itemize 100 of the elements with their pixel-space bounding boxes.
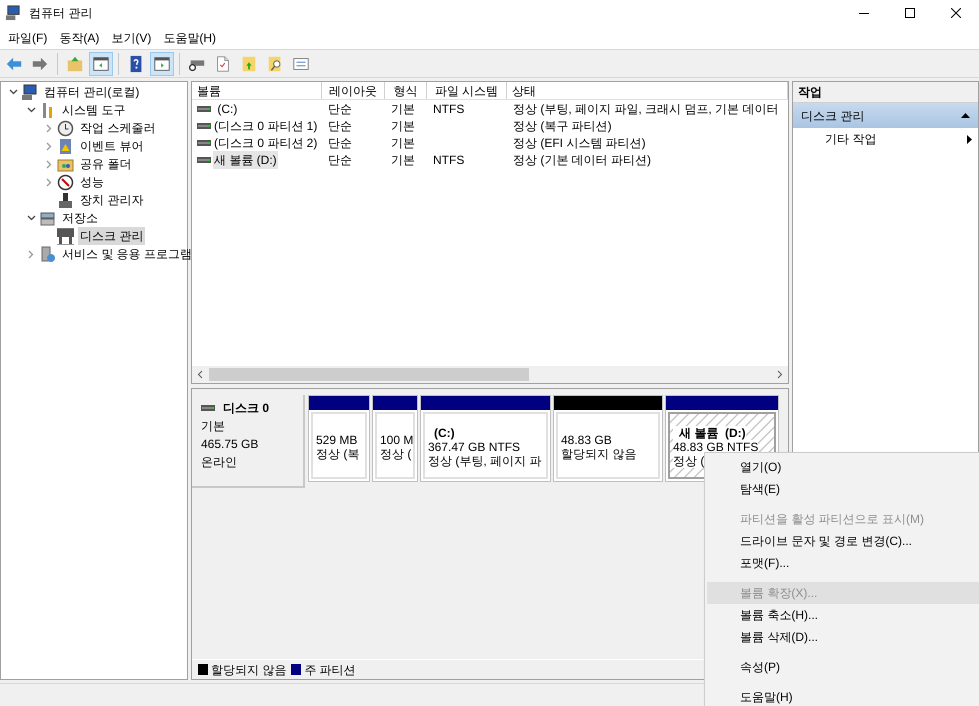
expand-caret-icon[interactable] [46,124,52,132]
partition-header-bar [309,396,369,410]
submenu-arrow-icon [967,134,972,144]
actions-title: 작업 [798,84,822,101]
context-menu-item[interactable]: 볼륨 삭제(D)... [707,626,979,648]
tree-item[interactable]: 공유 폴더 [78,155,134,173]
actions-section-header[interactable]: 디스크 관리 [793,103,978,128]
folder-up-icon [66,54,84,72]
drive-icon [197,156,211,164]
partition-status: 정상 ( [380,446,412,460]
partition-block[interactable]: 48.83 GB 할당되지 않음 [553,395,663,482]
partition-block[interactable]: 100 M 정상 ( [372,395,418,482]
expand-caret-icon[interactable] [46,142,52,150]
partition-label: 새 볼륨 (D:) [673,426,746,440]
drive-icon [57,228,74,244]
menu-item[interactable]: 보기(V) [105,28,158,48]
tree-item[interactable]: 저장소 [60,209,100,227]
context-menu-item[interactable]: 포맷(F)... [707,552,979,574]
tree-item[interactable]: 장치 관리자 [78,191,146,209]
scrollbar-thumb[interactable] [209,368,529,381]
column-header[interactable]: 형식 [385,82,427,99]
drive-icon [201,404,215,412]
table-cell-text: 정상 (기본 데이터 파티션) [513,152,651,168]
context-menu-item[interactable]: 도움말(H) [707,686,979,706]
table-cell-text: 기본 [391,152,415,168]
table-cell-text: 기본 [391,100,415,118]
tree-item[interactable]: 이벤트 뷰어 [78,137,146,155]
table-cell-text: 단순 [328,152,352,168]
menu-item[interactable]: 파일(F) [2,28,54,48]
table-cell-text: 단순 [328,134,352,152]
document-icon [214,54,232,72]
partition-size: 529 MB [316,432,358,446]
partition-status: 할당되지 않음 [561,446,636,460]
volume-name[interactable]: 새 볼륨 (D:) [213,150,278,168]
partition-header-bar [373,396,417,410]
partition-size: 48.83 GB [561,432,612,446]
disk-status: 온라인 [201,454,238,471]
computer-icon [21,84,38,100]
drive-icon [197,122,211,130]
device-icon [57,192,74,208]
table-cell-text: 정상 (복구 파티션) [513,118,612,134]
column-header[interactable]: 파일 시스템 [427,82,507,99]
drive-icon [197,104,211,112]
tree-item[interactable]: 디스크 관리 [78,227,146,245]
partition-status: 정상 ( [673,454,704,468]
partition-block[interactable]: (C:) 367.47 GB NTFS 정상 (부팅, 페이지 파 [420,395,551,482]
pane-button[interactable] [150,52,174,76]
pane-icon [92,54,110,72]
legend-label: 주 파티션 [304,662,356,678]
table-cell-text: 기본 [391,118,415,134]
legend-label: 할당되지 않음 [211,662,286,678]
context-menu-item[interactable]: 속성(P) [707,656,979,678]
disk-type: 기본 [201,418,226,435]
partition-size: 367.47 GB NTFS [428,440,520,454]
expand-caret-icon[interactable] [28,250,34,258]
collapse-caret-icon[interactable] [26,107,36,113]
tree-item[interactable]: 컴퓨터 관리(로컬) [42,83,142,101]
table-cell-text: NTFS [433,100,464,118]
context-menu-item[interactable]: 드라이브 문자 및 경로 변경(C)... [707,530,979,552]
table-cell-text: 정상 (EFI 시스템 파티션) [513,134,646,152]
table-cell-text: 기본 [391,134,415,152]
drive-icon [197,138,211,146]
computer-icon [5,5,21,21]
menu-item[interactable]: 동작(A) [53,28,106,48]
services-icon [39,246,56,262]
tree-item[interactable]: 서비스 및 응용 프로그램 [60,245,194,263]
tree-item[interactable]: 작업 스케줄러 [78,119,158,137]
pane-button[interactable] [89,52,113,76]
collapse-triangle-icon [961,113,970,118]
table-cell-text: 정상 (부팅, 페이지 파일, 크래시 덤프, 기본 데이터 [513,100,778,118]
partition-status: 정상 (부팅, 페이지 파 [428,454,542,468]
maximize-icon [905,8,915,18]
table-cell-text: 단순 [328,118,352,134]
partition-size: 100 M [380,432,414,446]
horizontal-scrollbar[interactable] [192,366,788,383]
minimize-icon [859,12,869,14]
column-header[interactable]: 레이아웃 [322,82,385,99]
gauge-icon [57,174,74,190]
log-icon [57,138,74,154]
expand-caret-icon[interactable] [46,160,52,168]
storage-icon [39,210,56,226]
collapse-caret-icon[interactable] [26,215,36,221]
expand-caret-icon[interactable] [46,178,52,186]
clock-icon [57,120,74,136]
tree-item[interactable]: 시스템 도구 [60,101,128,119]
window-title: 컴퓨터 관리 [29,5,92,22]
menu-item[interactable]: 도움말(H) [157,28,222,48]
partition-status: 정상 (복 [316,446,360,460]
folder-up-icon [240,54,258,72]
close-icon [951,8,961,18]
table-cell-text: 단순 [328,100,352,118]
pane-icon [153,54,171,72]
column-header[interactable]: 볼륨 [192,82,322,99]
context-menu-item[interactable]: 볼륨 축소(H)... [707,604,979,626]
action-link[interactable]: 기타 작업 [793,128,978,150]
collapse-caret-icon[interactable] [8,89,18,95]
partition-block[interactable]: 529 MB 정상 (복 [308,395,370,482]
column-header[interactable]: 상태 [507,82,788,99]
tree-item[interactable]: 성능 [78,173,106,191]
disk-size: 465.75 GB [201,436,260,453]
